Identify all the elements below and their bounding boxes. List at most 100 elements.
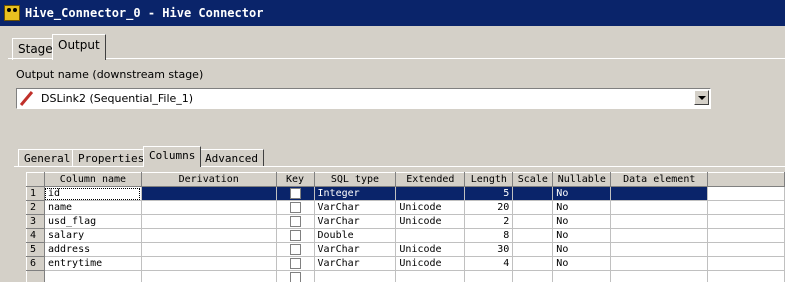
cell-column-name[interactable]: address [44, 242, 142, 257]
tab-properties[interactable]: Properties [72, 149, 151, 167]
cell-scale[interactable] [512, 200, 554, 215]
header-data-element[interactable]: Data element [610, 172, 709, 187]
cell-sql-type[interactable]: VarChar [314, 200, 397, 215]
cell-data-element[interactable] [610, 214, 709, 229]
header-sql-type[interactable]: SQL type [313, 172, 397, 187]
cell-key[interactable] [276, 270, 315, 282]
row-number[interactable]: 5 [26, 242, 45, 257]
cell-key[interactable] [276, 242, 315, 257]
row-number[interactable]: 6 [26, 256, 45, 271]
cell-derivation[interactable] [141, 256, 277, 271]
header-column-name[interactable]: Column name [43, 172, 142, 187]
cell-scale[interactable] [512, 186, 554, 201]
header-nullable[interactable]: Nullable [552, 172, 612, 187]
cell-extended[interactable] [395, 186, 466, 201]
cell-derivation[interactable] [141, 214, 277, 229]
cell-extended[interactable]: Unicode [395, 242, 466, 257]
output-name-select[interactable]: DSLink2 (Sequential_File_1) [16, 88, 711, 109]
key-checkbox[interactable] [289, 187, 301, 199]
cell-length[interactable]: 2 [464, 214, 514, 229]
dropdown-arrow-button[interactable] [694, 90, 709, 105]
key-checkbox[interactable] [289, 243, 301, 255]
cell-length[interactable]: 5 [464, 186, 514, 201]
cell-length[interactable]: 4 [464, 256, 514, 271]
cell-column-name[interactable]: salary [44, 228, 142, 243]
cell-scale[interactable] [512, 214, 554, 229]
cell-sql-type[interactable] [314, 270, 397, 282]
cell-data-element[interactable] [610, 256, 709, 271]
row-number[interactable]: 4 [26, 228, 45, 243]
cell-extended[interactable]: Unicode [395, 200, 466, 215]
cell-extended[interactable]: Unicode [395, 214, 466, 229]
cell-derivation[interactable] [141, 270, 277, 282]
cell-sql-type[interactable]: VarChar [314, 242, 397, 257]
row-number[interactable]: 3 [26, 214, 45, 229]
table-row[interactable]: 6 entrytime VarChar Unicode 4 No [26, 256, 785, 271]
cell-nullable[interactable]: No [552, 186, 612, 201]
header-key[interactable]: Key [275, 172, 315, 187]
table-row[interactable]: 5 address VarChar Unicode 30 No [26, 242, 785, 257]
cell-data-element[interactable] [610, 270, 709, 282]
cell-sql-type[interactable]: VarChar [314, 214, 397, 229]
cell-nullable[interactable] [552, 270, 612, 282]
cell-sql-type[interactable]: VarChar [314, 256, 397, 271]
cell-nullable[interactable]: No [552, 242, 612, 257]
cell-column-name[interactable]: id [44, 186, 142, 201]
cell-nullable[interactable]: No [552, 200, 612, 215]
header-length[interactable]: Length [464, 172, 514, 187]
key-checkbox[interactable] [289, 229, 301, 241]
cell-nullable[interactable]: No [552, 214, 612, 229]
cell-sql-type[interactable]: Double [314, 228, 397, 243]
cell-column-name[interactable] [44, 270, 142, 282]
cell-scale[interactable] [512, 228, 554, 243]
row-number[interactable]: 2 [26, 200, 45, 215]
cell-length[interactable]: 30 [464, 242, 514, 257]
table-row-new[interactable] [26, 270, 785, 282]
cell-data-element[interactable] [610, 228, 709, 243]
header-scale[interactable]: Scale [512, 172, 554, 187]
cell-data-element[interactable] [610, 200, 709, 215]
cell-derivation[interactable] [141, 242, 277, 257]
cell-derivation[interactable] [141, 186, 277, 201]
cell-sql-type[interactable]: Integer [314, 186, 397, 201]
cell-key[interactable] [276, 200, 315, 215]
columns-grid[interactable]: Column name Derivation Key SQL type Exte… [26, 172, 785, 282]
cell-nullable[interactable]: No [552, 256, 612, 271]
table-row[interactable]: 1 id Integer 5 No [26, 186, 785, 201]
cell-key[interactable] [276, 256, 315, 271]
cell-column-name[interactable]: usd_flag [44, 214, 142, 229]
cell-data-element[interactable] [610, 186, 709, 201]
cell-scale[interactable] [512, 242, 554, 257]
cell-nullable[interactable]: No [552, 228, 612, 243]
cell-length[interactable] [464, 270, 514, 282]
cell-key[interactable] [276, 214, 315, 229]
cell-extended[interactable] [395, 228, 466, 243]
tab-columns[interactable]: Columns [143, 146, 202, 167]
cell-derivation[interactable] [141, 200, 277, 215]
cell-extended[interactable]: Unicode [395, 256, 466, 271]
header-extended[interactable]: Extended [395, 172, 466, 187]
cell-data-element[interactable] [610, 242, 709, 257]
cell-key[interactable] [276, 228, 315, 243]
key-checkbox[interactable] [289, 271, 301, 282]
row-number[interactable]: 1 [26, 186, 45, 201]
cell-key[interactable] [276, 186, 315, 201]
cell-scale[interactable] [512, 270, 554, 282]
key-checkbox[interactable] [289, 257, 301, 269]
cell-extended[interactable] [395, 270, 466, 282]
header-derivation[interactable]: Derivation [140, 172, 277, 187]
tab-general[interactable]: General [18, 149, 77, 167]
cell-length[interactable]: 20 [464, 200, 514, 215]
cell-column-name[interactable]: entrytime [44, 256, 142, 271]
cell-column-name[interactable]: name [44, 200, 142, 215]
tab-advanced[interactable]: Advanced [199, 149, 264, 167]
tab-output[interactable]: Output [52, 34, 106, 60]
row-number[interactable] [26, 270, 45, 282]
key-checkbox[interactable] [289, 215, 301, 227]
table-row[interactable]: 2 name VarChar Unicode 20 No [26, 200, 785, 215]
table-row[interactable]: 4 salary Double 8 No [26, 228, 785, 243]
cell-derivation[interactable] [141, 228, 277, 243]
key-checkbox[interactable] [289, 201, 301, 213]
table-row[interactable]: 3 usd_flag VarChar Unicode 2 No [26, 214, 785, 229]
cell-scale[interactable] [512, 256, 554, 271]
